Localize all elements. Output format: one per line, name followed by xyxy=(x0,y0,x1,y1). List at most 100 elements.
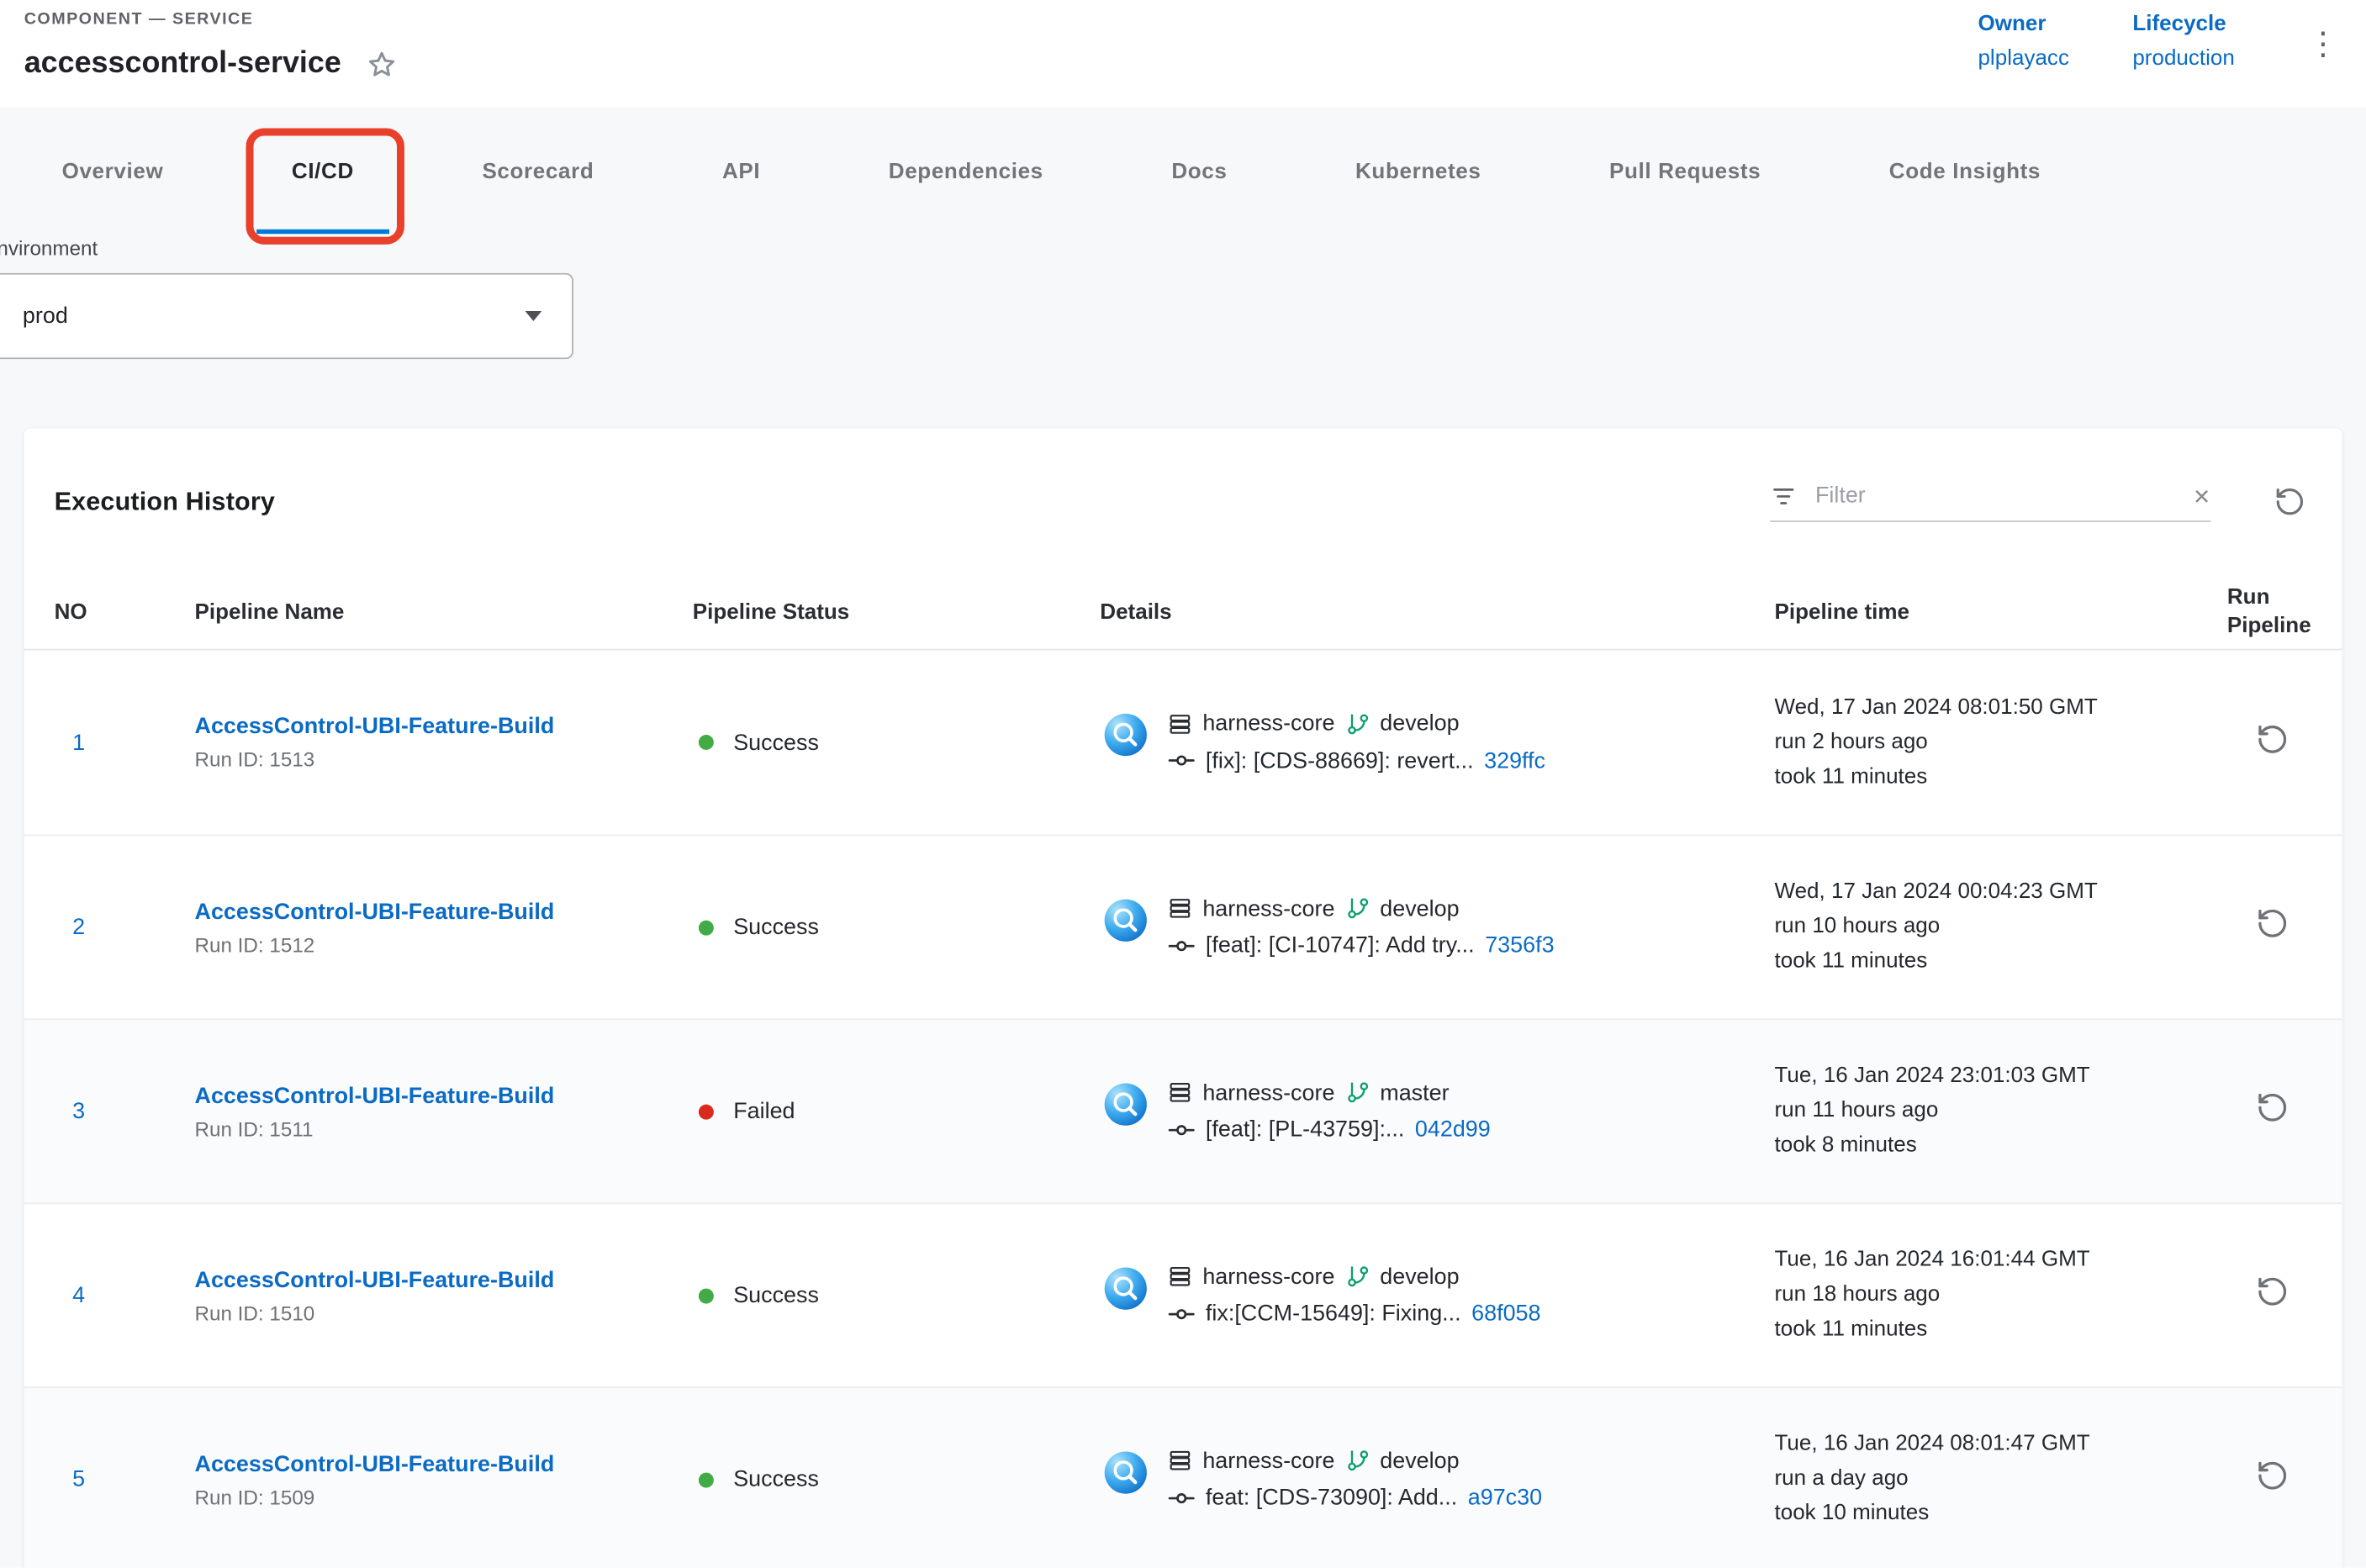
favorite-star-icon[interactable] xyxy=(366,48,399,81)
tab-label: Dependencies xyxy=(889,159,1043,183)
owner-link[interactable]: plplayacc xyxy=(1978,47,2068,71)
status-label: Success xyxy=(733,730,819,756)
run-pipeline-icon[interactable] xyxy=(2256,1275,2289,1307)
git-branch-icon xyxy=(1345,1449,1370,1473)
commit-message: [feat]: [PL-43759]:... xyxy=(1206,1117,1404,1143)
pipeline-status: Failed xyxy=(693,1098,1101,1124)
pipeline-execution-icon xyxy=(1103,1449,1149,1495)
table-row: 3 AccessControl-UBI-Feature-Build Run ID… xyxy=(24,1018,2342,1202)
row-number: 4 xyxy=(55,1282,195,1308)
table-row: 4 AccessControl-UBI-Feature-Build Run ID… xyxy=(24,1202,2342,1386)
pipeline-name-link[interactable]: AccessControl-UBI-Feature-Build xyxy=(195,714,693,740)
time-relative: run 2 hours ago xyxy=(1774,725,2226,759)
git-branch-icon xyxy=(1345,1080,1370,1105)
tab-kubernetes[interactable]: Kubernetes xyxy=(1355,107,1481,235)
git-commit-icon xyxy=(1168,1116,1195,1143)
col-pipeline-time: Pipeline time xyxy=(1774,599,2226,624)
commit-hash-link[interactable]: 042d99 xyxy=(1415,1117,1491,1143)
tab-pull-requests[interactable]: Pull Requests xyxy=(1609,107,1761,235)
tab-dependencies[interactable]: Dependencies xyxy=(889,107,1043,235)
git-branch-icon xyxy=(1345,896,1370,921)
repository-icon xyxy=(1168,896,1192,921)
pipeline-execution-icon xyxy=(1103,1265,1149,1311)
commit-hash-link[interactable]: 329ffc xyxy=(1484,747,1545,773)
page-title: accesscontrol-service xyxy=(24,47,341,82)
branch-name: develop xyxy=(1380,1448,1459,1474)
commit-hash-link[interactable]: a97c30 xyxy=(1468,1485,1542,1511)
pipeline-time-cell: Wed, 17 Jan 2024 08:01:50 GMT run 2 hour… xyxy=(1774,690,2226,795)
tab-code-insights[interactable]: Code Insights xyxy=(1889,107,2041,235)
commit-hash-link[interactable]: 68f058 xyxy=(1471,1301,1540,1327)
pipeline-time-cell: Tue, 16 Jan 2024 08:01:47 GMT run a day … xyxy=(1774,1428,2226,1532)
tab-label: Docs xyxy=(1171,159,1227,183)
environment-dropdown[interactable]: prod xyxy=(0,273,573,359)
status-dot xyxy=(699,1104,714,1119)
execution-history-card: Execution History ✕ xyxy=(24,429,2342,1568)
git-commit-icon xyxy=(1168,1300,1195,1327)
pipeline-name-link[interactable]: AccessControl-UBI-Feature-Build xyxy=(195,1267,693,1293)
col-no: NO xyxy=(55,599,195,624)
pipeline-name-link[interactable]: AccessControl-UBI-Feature-Build xyxy=(195,899,693,925)
tab-scorecard[interactable]: Scorecard xyxy=(482,107,594,235)
status-label: Success xyxy=(733,1466,819,1492)
pipeline-time-cell: Tue, 16 Jan 2024 16:01:44 GMT run 18 hou… xyxy=(1774,1243,2226,1348)
pipeline-status: Success xyxy=(693,1466,1101,1492)
filter-input[interactable] xyxy=(1812,481,2178,509)
run-pipeline-icon[interactable] xyxy=(2256,907,2289,940)
section-title: Execution History xyxy=(55,487,275,517)
run-pipeline-icon[interactable] xyxy=(2256,1091,2289,1124)
pipeline-status: Success xyxy=(693,730,1101,756)
content-area: Overview CI/CD Scorecard API Dependencie… xyxy=(0,107,2366,1567)
run-id: Run ID: 1510 xyxy=(195,1301,693,1324)
tab-overview[interactable]: Overview xyxy=(62,107,164,235)
tab-label: Code Insights xyxy=(1889,159,2041,183)
tab-ci-cd[interactable]: CI/CD xyxy=(292,107,354,235)
run-id: Run ID: 1512 xyxy=(195,933,693,956)
status-dot xyxy=(699,735,714,750)
git-commit-icon xyxy=(1168,932,1195,958)
row-number: 1 xyxy=(55,730,195,756)
tab-label: Scorecard xyxy=(482,159,594,183)
kebab-menu-icon[interactable]: ⋮ xyxy=(2298,29,2348,61)
filter-icon xyxy=(1770,482,1797,509)
row-number: 5 xyxy=(55,1466,195,1492)
pipeline-execution-icon xyxy=(1103,897,1149,942)
refresh-icon[interactable] xyxy=(2274,486,2306,518)
commit-hash-link[interactable]: 7356f3 xyxy=(1485,932,1554,958)
details-cell: harness-core develop xyxy=(1100,1448,1774,1511)
environment-section: Environment prod xyxy=(0,237,2366,359)
pipeline-time-cell: Tue, 16 Jan 2024 23:01:03 GMT run 11 hou… xyxy=(1774,1059,2226,1164)
status-dot xyxy=(699,1472,714,1487)
col-details: Details xyxy=(1100,599,1774,624)
repository-icon xyxy=(1168,711,1192,736)
pipeline-status: Success xyxy=(693,1282,1101,1308)
run-pipeline-icon[interactable] xyxy=(2256,722,2289,755)
col-pipeline-status: Pipeline Status xyxy=(693,599,1101,624)
row-number: 3 xyxy=(55,1098,195,1124)
run-pipeline-icon[interactable] xyxy=(2256,1459,2289,1491)
time-timestamp: Tue, 16 Jan 2024 16:01:44 GMT xyxy=(1774,1243,2226,1278)
tab-docs[interactable]: Docs xyxy=(1171,107,1227,235)
details-cell: harness-core develop xyxy=(1100,1264,1774,1327)
tab-api[interactable]: API xyxy=(722,107,760,235)
repo-name: harness-core xyxy=(1202,1264,1334,1290)
time-relative: run 18 hours ago xyxy=(1774,1278,2226,1312)
table-row: 1 AccessControl-UBI-Feature-Build Run ID… xyxy=(24,650,2342,834)
status-label: Failed xyxy=(733,1098,795,1124)
run-id: Run ID: 1513 xyxy=(195,748,693,771)
details-cell: harness-core develop xyxy=(1100,710,1774,773)
time-timestamp: Tue, 16 Jan 2024 23:01:03 GMT xyxy=(1774,1059,2226,1094)
pipeline-name-link[interactable]: AccessControl-UBI-Feature-Build xyxy=(195,1083,693,1109)
filter-box: ✕ xyxy=(1770,481,2210,521)
time-timestamp: Wed, 17 Jan 2024 08:01:50 GMT xyxy=(1774,690,2226,725)
status-label: Success xyxy=(733,915,819,941)
details-cell: harness-core develop xyxy=(1100,895,1774,958)
lifecycle-label: Lifecycle xyxy=(2132,12,2235,36)
clear-filter-icon[interactable]: ✕ xyxy=(2193,485,2210,506)
time-duration: took 10 minutes xyxy=(1774,1497,2226,1531)
lifecycle-block: Lifecycle production xyxy=(2132,12,2235,71)
breadcrumb: COMPONENT — SERVICE xyxy=(24,11,254,29)
git-commit-icon xyxy=(1168,747,1195,773)
pipeline-name-link[interactable]: AccessControl-UBI-Feature-Build xyxy=(195,1451,693,1477)
run-id: Run ID: 1511 xyxy=(195,1117,693,1140)
